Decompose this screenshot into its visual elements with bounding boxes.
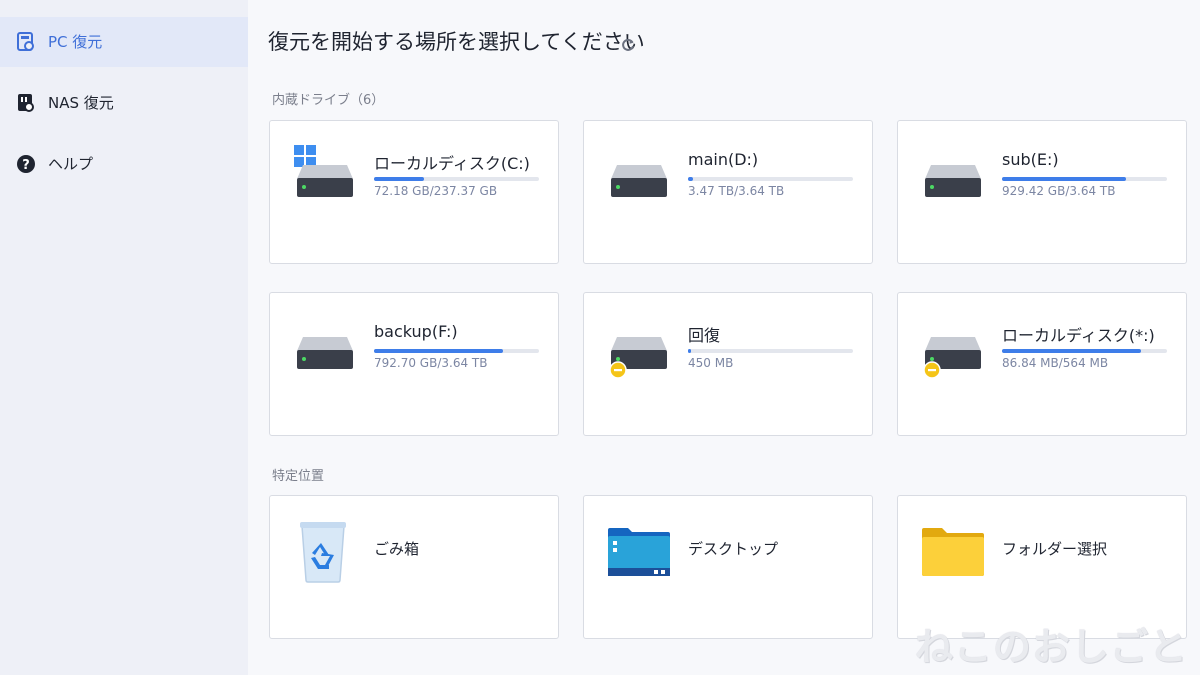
drive-size: 72.18 GB/237.37 GB	[374, 184, 498, 198]
drive-size: 929.42 GB/3.64 TB	[1002, 184, 1116, 198]
drive-name: 回復	[688, 326, 721, 345]
hard-drive-icon	[611, 165, 667, 201]
folder-icon	[922, 528, 984, 580]
drive-size: 450 MB	[688, 356, 734, 370]
drive-card[interactable]: main(D:) 3.47 TB/3.64 TB	[583, 120, 873, 264]
sidebar-item-help[interactable]: ? ヘルプ	[0, 139, 248, 189]
sidebar: PC 復元 NAS 復元 ? ヘルプ	[0, 0, 248, 675]
nas-recovery-icon	[16, 93, 36, 113]
hard-drive-icon	[297, 165, 353, 201]
desktop-folder-icon	[608, 528, 670, 580]
watermark: ねこのおしごと	[914, 625, 1188, 669]
usage-bar	[374, 177, 539, 181]
drive-name: sub(E:)	[1002, 150, 1059, 169]
drive-name: main(D:)	[688, 150, 759, 169]
sidebar-item-label: NAS 復元	[48, 94, 114, 112]
warning-badge-icon	[609, 361, 627, 383]
drive-card[interactable]: sub(E:) 929.42 GB/3.64 TB	[897, 120, 1187, 264]
pc-recovery-icon	[16, 32, 36, 52]
drive-name: backup(F:)	[374, 322, 458, 341]
specific-location-heading: 特定位置	[272, 469, 325, 484]
page-title: 復元を開始する場所を選択してください	[268, 30, 645, 54]
drive-size: 86.84 MB/564 MB	[1002, 356, 1109, 370]
sidebar-item-label: ヘルプ	[48, 155, 94, 173]
drive-card[interactable]: ローカルディスク(C:) 72.18 GB/237.37 GB	[269, 120, 559, 264]
usage-bar	[1002, 349, 1167, 353]
hard-drive-icon	[925, 165, 981, 201]
usage-bar-fill	[1002, 349, 1141, 353]
drive-size: 3.47 TB/3.64 TB	[688, 184, 785, 198]
usage-bar-fill	[688, 177, 693, 181]
drive-card[interactable]: ローカルディスク(*:) 86.84 MB/564 MB	[897, 292, 1187, 436]
sidebar-item-pc-recovery[interactable]: PC 復元	[0, 17, 248, 67]
main-panel: 復元を開始する場所を選択してください 内蔵ドライブ（6） ローカルディスク(C:…	[248, 0, 1200, 675]
svg-text:?: ?	[22, 158, 30, 173]
recycle-bin-icon	[294, 520, 352, 588]
drive-name: ローカルディスク(C:)	[374, 154, 530, 173]
usage-bar	[1002, 177, 1167, 181]
hard-drive-icon	[297, 337, 353, 373]
sidebar-item-label: PC 復元	[48, 33, 103, 51]
location-name: フォルダー選択	[1002, 540, 1108, 558]
usage-bar	[688, 349, 853, 353]
location-name: ごみ箱	[374, 540, 420, 558]
usage-bar-fill	[374, 177, 424, 181]
usage-bar-fill	[374, 349, 503, 353]
help-icon: ?	[16, 154, 36, 174]
location-name: デスクトップ	[688, 540, 779, 558]
drive-card[interactable]: 回復 450 MB	[583, 292, 873, 436]
usage-bar	[688, 177, 853, 181]
usage-bar	[374, 349, 539, 353]
location-card-recycle-bin[interactable]: ごみ箱	[269, 495, 559, 639]
refresh-icon[interactable]	[621, 37, 635, 51]
usage-bar-fill	[688, 349, 692, 353]
sidebar-item-nas-recovery[interactable]: NAS 復元	[0, 78, 248, 128]
drive-name: ローカルディスク(*:)	[1002, 326, 1155, 345]
usage-bar-fill	[1002, 177, 1126, 181]
location-card-desktop[interactable]: デスクトップ	[583, 495, 873, 639]
warning-badge-icon	[923, 361, 941, 383]
drive-size: 792.70 GB/3.64 TB	[374, 356, 488, 370]
drive-card[interactable]: backup(F:) 792.70 GB/3.64 TB	[269, 292, 559, 436]
internal-drives-heading: 内蔵ドライブ（6）	[272, 93, 385, 108]
